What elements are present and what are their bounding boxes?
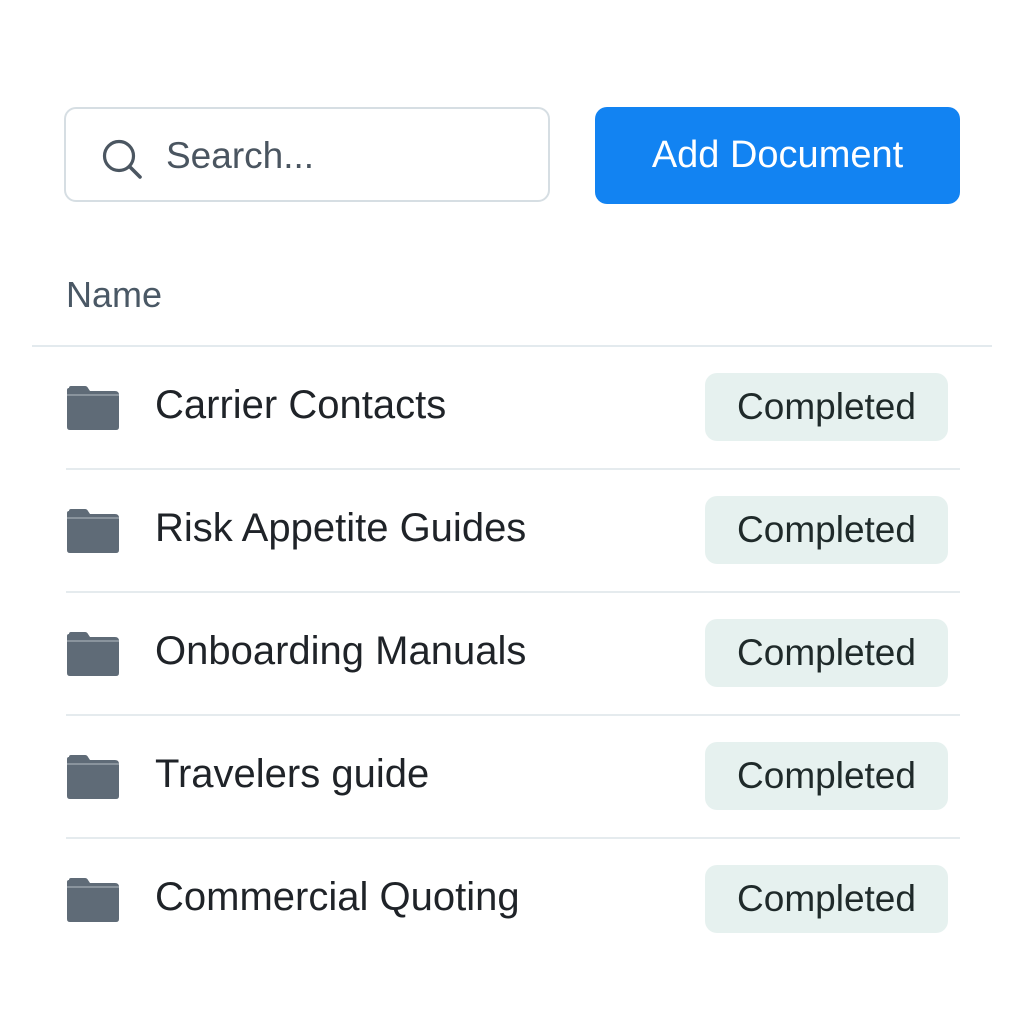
folder-icon	[67, 632, 119, 676]
document-name[interactable]: Carrier Contacts	[155, 383, 446, 428]
status-badge: Completed	[705, 619, 948, 687]
search-input[interactable]	[166, 129, 526, 183]
document-list: Carrier Contacts Completed Risk Appetite…	[66, 347, 960, 962]
folder-icon	[67, 509, 119, 553]
status-badge: Completed	[705, 865, 948, 933]
table-row[interactable]: Travelers guide Completed	[66, 716, 960, 839]
document-name[interactable]: Travelers guide	[155, 752, 429, 797]
status-badge: Completed	[705, 496, 948, 564]
folder-icon	[67, 878, 119, 922]
search-icon	[102, 139, 142, 179]
status-badge: Completed	[705, 742, 948, 810]
document-name[interactable]: Risk Appetite Guides	[155, 506, 526, 551]
toolbar: Add Document	[64, 107, 960, 205]
add-document-button[interactable]: Add Document	[595, 107, 960, 204]
document-name[interactable]: Commercial Quoting	[155, 875, 520, 920]
table-row[interactable]: Commercial Quoting Completed	[66, 839, 960, 962]
folder-icon	[67, 386, 119, 430]
documents-page: Add Document Name Carrier Contacts Compl…	[0, 0, 1024, 1024]
search-box[interactable]	[64, 107, 550, 202]
status-badge: Completed	[705, 373, 948, 441]
column-header-name[interactable]: Name	[66, 274, 162, 316]
table-row[interactable]: Risk Appetite Guides Completed	[66, 470, 960, 593]
table-row[interactable]: Onboarding Manuals Completed	[66, 593, 960, 716]
table-row[interactable]: Carrier Contacts Completed	[66, 347, 960, 470]
folder-icon	[67, 755, 119, 799]
document-name[interactable]: Onboarding Manuals	[155, 629, 526, 674]
